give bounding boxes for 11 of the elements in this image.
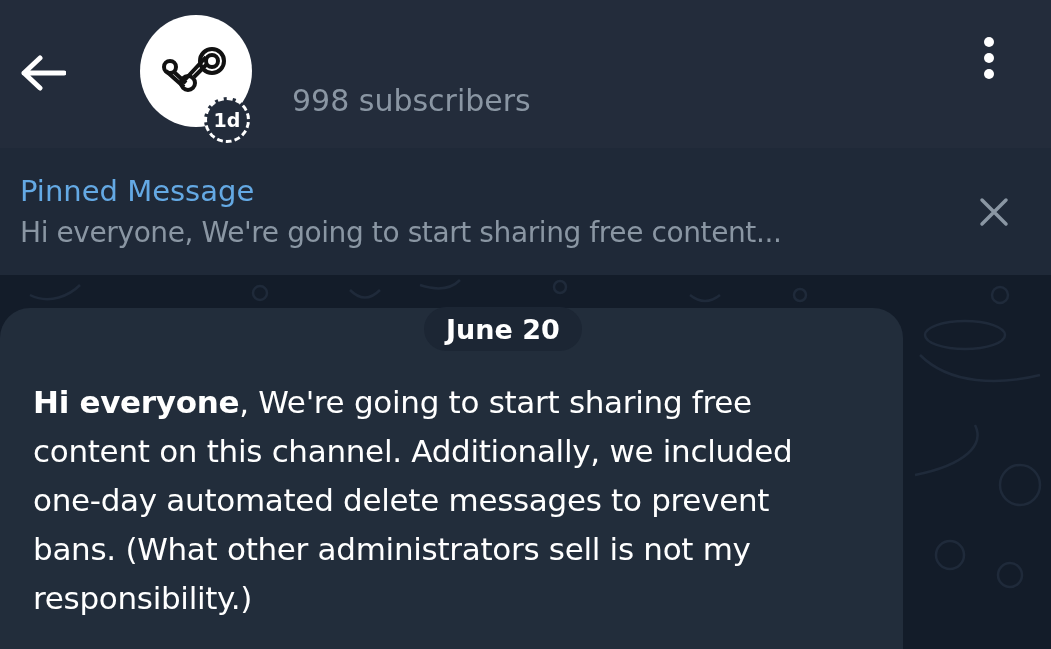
close-icon[interactable] xyxy=(979,196,1009,227)
back-arrow-icon[interactable] xyxy=(20,55,66,91)
pinned-title: Pinned Message xyxy=(20,174,256,208)
channel-avatar-icon[interactable] xyxy=(140,15,252,127)
pinned-preview: Hi everyone, We're going to start sharing free content... xyxy=(20,216,782,249)
subscriber-count: 998 subscribers xyxy=(292,82,531,118)
message-text: Hi everyone, We're going to start sharing free content on this channel. Additionally, we included one-day automated delete messages to prevent bans. (What other administrators sell is not my responsibility.) xyxy=(33,383,794,618)
timer-badge: 1d xyxy=(204,97,250,143)
pinned-message-bar[interactable]: Pinned Message Hi everyone, We're going to start sharing free content... xyxy=(0,148,1051,275)
menu-icon[interactable] xyxy=(983,36,995,80)
date-label: June 20 xyxy=(424,307,582,351)
